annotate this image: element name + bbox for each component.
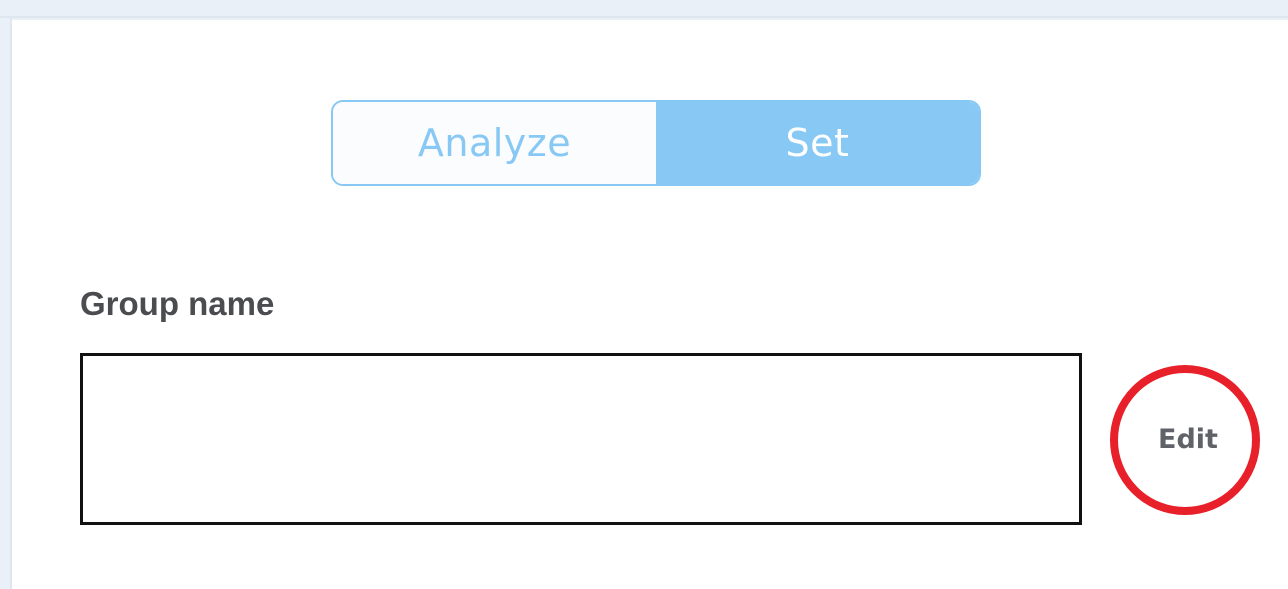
segment-set[interactable]: Set	[656, 102, 979, 184]
left-border-strip	[0, 18, 12, 589]
group-name-label: Group name	[80, 285, 275, 322]
segment-analyze[interactable]: Analyze	[333, 102, 656, 184]
settings-panel: Analyze Set Group name Edit	[12, 20, 1288, 589]
top-border-strip	[0, 0, 1288, 18]
group-name-input[interactable]	[80, 353, 1082, 525]
mode-segmented-control[interactable]: Analyze Set	[331, 100, 981, 186]
edit-button-label: Edit	[1158, 423, 1218, 455]
edit-button[interactable]: Edit	[1118, 369, 1258, 509]
